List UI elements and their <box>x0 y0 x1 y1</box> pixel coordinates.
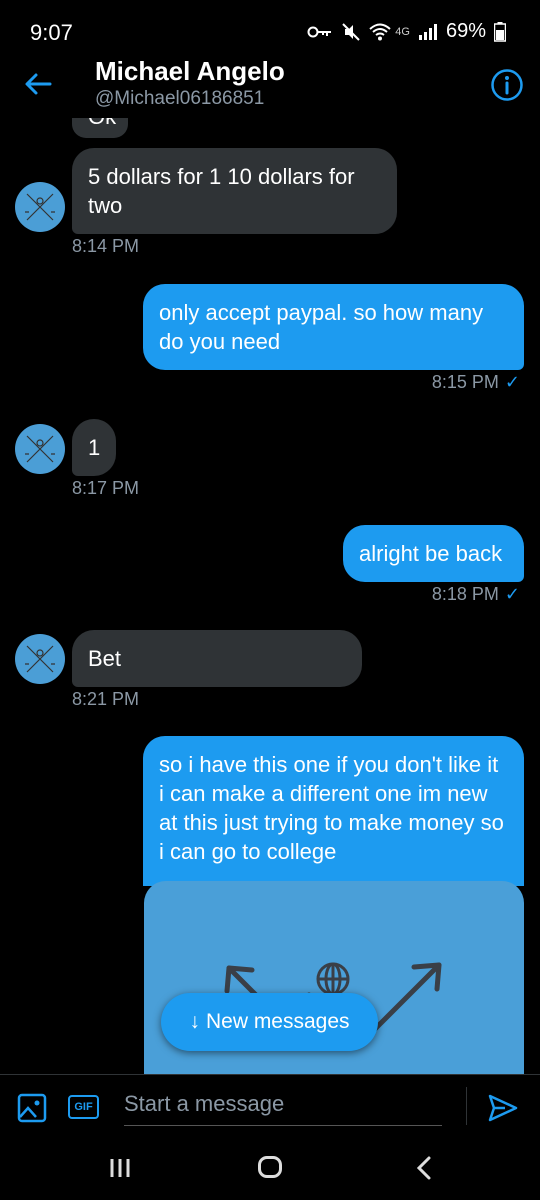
arrow-down-icon: ↓ <box>189 1010 200 1033</box>
message-list[interactable]: Ok 5 dollars for 1 10 dollars for two 8:… <box>0 118 540 1074</box>
contact-name[interactable]: Michael Angelo <box>95 56 285 87</box>
message-text: Bet <box>88 646 122 671</box>
message-bubble-incoming[interactable]: 5 dollars for 1 10 dollars for two <box>72 148 397 234</box>
avatar[interactable] <box>15 634 65 684</box>
check-icon: ✓ <box>504 372 520 392</box>
message-bubble-outgoing[interactable]: alright be back <box>343 525 524 582</box>
system-navigation-bar <box>0 1136 540 1200</box>
avatar[interactable] <box>15 182 65 232</box>
home-icon[interactable] <box>258 1156 282 1178</box>
message-timestamp: 8:18 PM <box>431 584 499 604</box>
back-arrow-icon[interactable] <box>22 68 54 100</box>
message-bubble-incoming[interactable]: Ok <box>72 118 128 138</box>
status-icons: 4G 69% <box>307 20 506 43</box>
network-type: 4G <box>395 25 410 38</box>
wifi-icon <box>369 23 391 40</box>
gif-button[interactable]: GIF <box>68 1095 99 1119</box>
mute-icon <box>342 22 360 41</box>
message-text: Ok <box>88 118 116 129</box>
battery-icon <box>494 21 506 42</box>
new-messages-button[interactable]: ↓ New messages <box>161 993 378 1051</box>
contact-handle: @Michael06186851 <box>95 88 265 109</box>
signal-icon <box>418 23 437 40</box>
battery-percent: 69% <box>445 20 486 42</box>
recents-icon[interactable] <box>108 1156 132 1180</box>
message-text: only accept paypal. so how many do you n… <box>159 300 484 354</box>
message-status: 8:18 PM ✓ <box>432 584 520 605</box>
message-text: alright be back <box>359 541 503 566</box>
message-input[interactable]: Start a message <box>124 1087 442 1126</box>
check-icon: ✓ <box>504 584 520 604</box>
composer-divider <box>466 1087 467 1125</box>
info-icon[interactable] <box>490 68 524 102</box>
message-text: 5 dollars for 1 10 dollars for two <box>88 164 355 218</box>
message-composer: GIF Start a message <box>0 1074 540 1137</box>
message-text: 1 <box>88 435 101 460</box>
send-icon[interactable] <box>487 1092 519 1124</box>
nav-back-icon[interactable] <box>412 1155 436 1181</box>
image-icon[interactable] <box>17 1093 47 1123</box>
message-timestamp: 8:17 PM <box>72 478 140 498</box>
message-status: 8:15 PM ✓ <box>432 372 520 393</box>
avatar[interactable] <box>15 424 65 474</box>
message-text: so i have this one if you don't like it … <box>159 752 504 864</box>
message-bubble-outgoing[interactable]: only accept paypal. so how many do you n… <box>143 284 524 370</box>
conversation-header: Michael Angelo @Michael06186851 <box>0 48 540 120</box>
message-timestamp: 8:14 PM <box>72 236 140 256</box>
message-bubble-incoming[interactable]: 1 <box>72 419 116 476</box>
status-time: 9:07 <box>30 20 73 45</box>
message-bubble-incoming[interactable]: Bet <box>72 630 362 687</box>
message-bubble-outgoing[interactable]: so i have this one if you don't like it … <box>143 736 524 886</box>
new-messages-label: New messages <box>205 1010 350 1033</box>
key-icon <box>307 26 332 37</box>
message-timestamp: 8:21 PM <box>72 689 140 709</box>
message-timestamp: 8:15 PM <box>431 372 499 392</box>
